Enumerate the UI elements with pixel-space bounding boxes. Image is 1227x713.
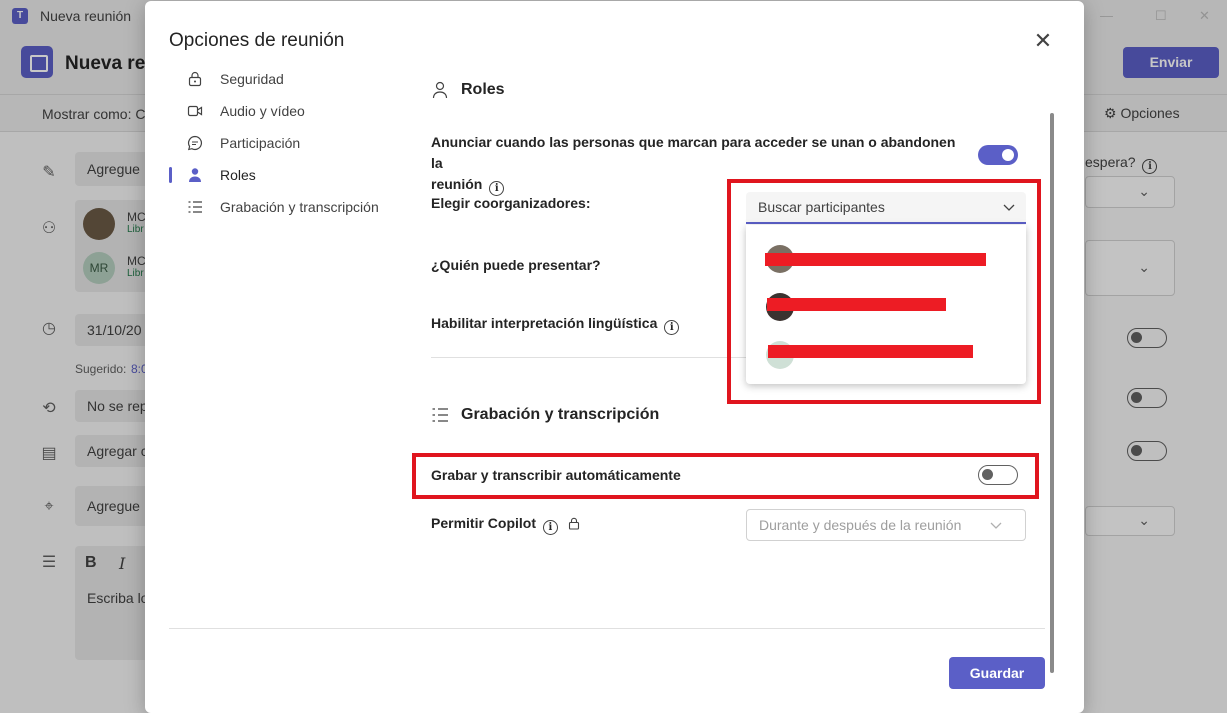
chevron-down-icon [989, 510, 1003, 540]
nav-label: Seguridad [220, 71, 284, 87]
copilot-dropdown[interactable]: Durante y después de la reunión [746, 509, 1026, 541]
save-button[interactable]: Guardar [949, 657, 1045, 689]
section-divider [431, 357, 751, 358]
copilot-label: Permitir Copilot i [431, 513, 580, 536]
copilot-value: Durante y después de la reunión [759, 517, 962, 533]
nav-label: Grabación y transcripción [220, 199, 379, 215]
scrollbar[interactable] [1050, 113, 1054, 673]
nav-item-audio-video[interactable]: Audio y vídeo [169, 97, 389, 125]
list-icon [431, 406, 449, 427]
roles-section-title: Roles [461, 81, 505, 98]
nav-label: Audio y vídeo [220, 103, 305, 119]
copilot-text: Permitir Copilot [431, 515, 537, 531]
nav-label: Roles [220, 167, 256, 183]
lock-icon [186, 70, 204, 88]
person-outline-icon [431, 81, 449, 102]
nav-item-participacion[interactable]: Participación [169, 129, 389, 157]
announce-text: Anunciar cuando las personas que marcan … [431, 134, 956, 171]
video-icon [186, 102, 204, 120]
nav-item-grabacion[interactable]: Grabación y transcripción [169, 193, 389, 221]
highlight-box [727, 179, 1041, 404]
announce-toggle[interactable] [978, 145, 1018, 165]
announce-text-2: reunión [431, 176, 483, 192]
nav-item-roles[interactable]: Roles [169, 161, 389, 189]
meeting-options-dialog: Opciones de reunión ✕ Seguridad Audio y … [145, 1, 1084, 713]
list-icon [186, 198, 204, 216]
person-icon [186, 166, 204, 184]
nav-item-seguridad[interactable]: Seguridad [169, 65, 389, 93]
coorganizers-label: Elegir coorganizadores: [431, 195, 591, 211]
info-icon[interactable]: i [542, 520, 558, 535]
presenter-label: ¿Quién puede presentar? [431, 257, 601, 273]
close-icon[interactable]: ✕ [1033, 30, 1053, 52]
highlight-box [412, 453, 1039, 499]
interpretation-label: Habilitar interpretación lingüística i [431, 313, 680, 335]
footer-divider [169, 628, 1045, 629]
recording-section-title: Grabación y transcripción [461, 406, 660, 423]
chat-icon [186, 134, 204, 152]
nav-label: Participación [220, 135, 301, 151]
dialog-title: Opciones de reunión [169, 30, 345, 51]
interpretation-text: Habilitar interpretación lingüística [431, 315, 658, 331]
lock-icon [568, 515, 580, 536]
info-icon[interactable]: i [664, 320, 680, 335]
